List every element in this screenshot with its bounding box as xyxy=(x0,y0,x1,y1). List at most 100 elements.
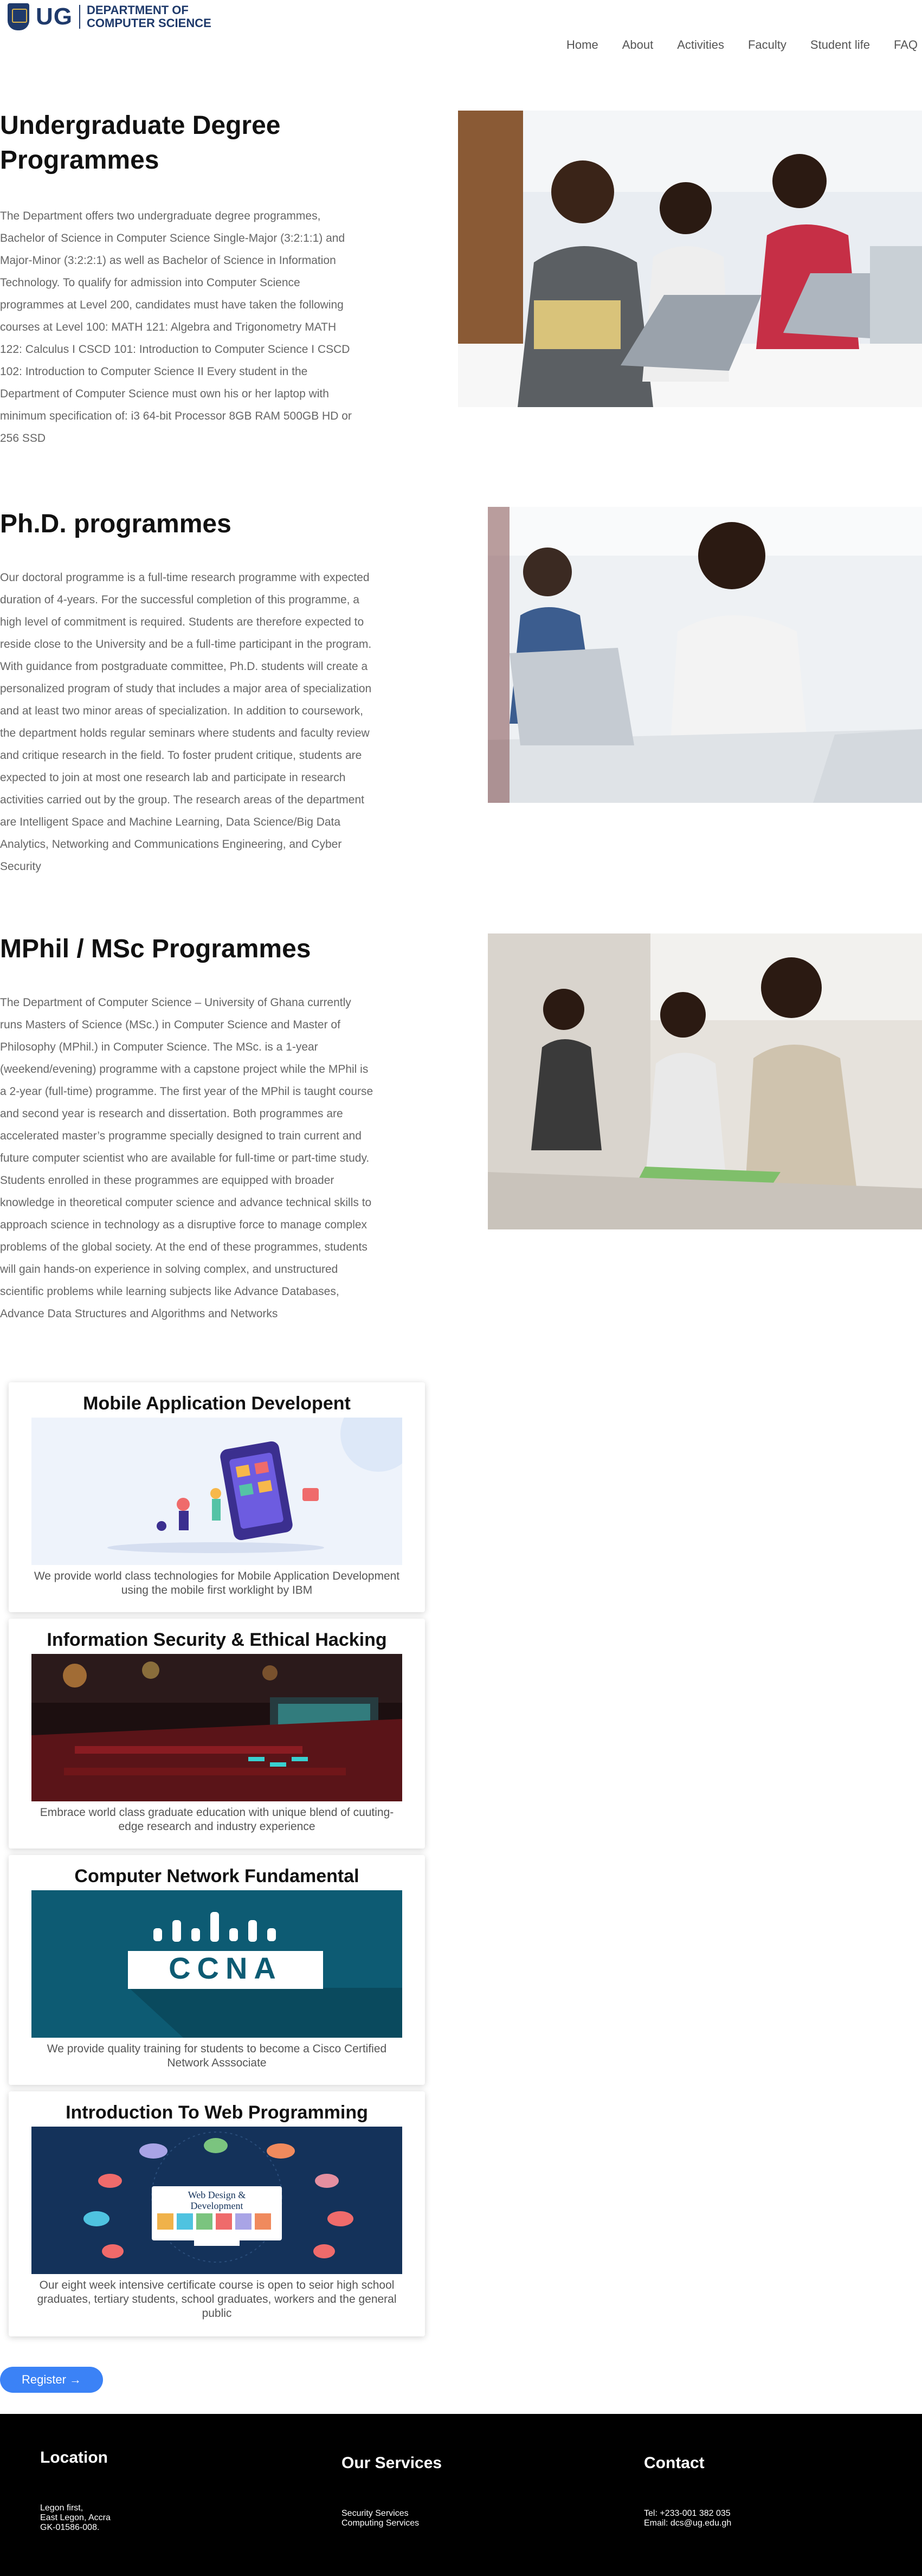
card-desc-line: Network Asssociate xyxy=(167,2057,267,2069)
footer-address-line: Legon first, xyxy=(40,2503,83,2513)
logo-divider xyxy=(79,5,80,29)
mphil-line: problems of the global society. At the e… xyxy=(0,1241,367,1253)
footer-contact-info: Tel: +233-001 382 035 Email: dcs@ug.edu.… xyxy=(644,2509,731,2528)
mphil-line: Philosophy (MPhil.) in Computer Science.… xyxy=(0,1041,318,1053)
phd-line: and critique research in the field. To f… xyxy=(0,749,362,762)
undergrad-title-line-1: Undergraduate Degree xyxy=(0,111,281,140)
card-desc-line: Embrace world class graduate education w… xyxy=(40,1806,394,1819)
mphil-line: knowledge in theoretical computer scienc… xyxy=(0,1196,372,1209)
site-logo[interactable]: UG DEPARTMENT OF COMPUTER SCIENCE xyxy=(8,3,211,30)
mphil-line: runs Masters of Science (MSc.) in Comput… xyxy=(0,1019,340,1031)
nav-activities[interactable]: Activities xyxy=(677,38,724,52)
undergrad-line: The Department offers two undergraduate … xyxy=(0,210,321,222)
dept-line-1: DEPARTMENT OF xyxy=(87,3,189,17)
mphil-line: (weekend/evening) programme with a capst… xyxy=(0,1063,369,1076)
undergrad-photo xyxy=(458,111,922,407)
undergrad-description: The Department offers two undergraduate … xyxy=(0,205,352,449)
mphil-title: MPhil / MSc Programmes xyxy=(0,935,311,963)
undergrad-line: Bachelor of Science in Computer Science … xyxy=(0,232,345,244)
mobile-app-illustration xyxy=(31,1418,402,1565)
card-title: Information Security & Ethical Hacking xyxy=(47,1630,387,1650)
footer-phone: Tel: +233-001 382 035 xyxy=(644,2509,731,2518)
phd-photo xyxy=(488,507,922,803)
footer-service-link[interactable]: Security Services xyxy=(341,2509,419,2519)
card-desc-line: We provide quality training for students… xyxy=(47,2043,387,2055)
footer-services-heading: Our Services xyxy=(341,2454,442,2472)
card-description: We provide world class technologies for … xyxy=(9,1565,425,1598)
undergrad-line: programmes at Level 200, candidates must… xyxy=(0,299,344,311)
footer-location-address: Legon first, East Legon, Accra GK-01586-… xyxy=(40,2503,111,2533)
footer-services-list: Security Services Computing Services xyxy=(341,2509,419,2528)
phd-line: activities carried out by the group. The… xyxy=(0,794,364,806)
course-card-mobile[interactable]: Mobile Application Developent We provide… xyxy=(9,1382,425,1612)
footer-service-link[interactable]: Computing Services xyxy=(341,2519,419,2528)
footer-address-line: GK-01586-008. xyxy=(40,2523,100,2532)
card-title: Computer Network Fundamental xyxy=(74,1866,359,1886)
dept-name: DEPARTMENT OF COMPUTER SCIENCE xyxy=(87,4,211,30)
phd-line: expected to join at most one research la… xyxy=(0,771,346,784)
undergrad-line: courses at Level 100: MATH 121: Algebra … xyxy=(0,321,337,333)
phd-line: personalized program of study that inclu… xyxy=(0,682,372,695)
phd-line: Our doctoral programme is a full-time re… xyxy=(0,571,370,584)
card-description: We provide quality training for students… xyxy=(9,2038,425,2070)
mphil-line: will gain hands-on experience in solving… xyxy=(0,1263,338,1276)
web-design-text-2: Development xyxy=(191,2200,243,2211)
ccna-illustration: CCNA xyxy=(31,1890,402,2038)
card-desc-line: using the mobile first worklight by IBM xyxy=(121,1584,313,1596)
mphil-line: accelerated master’s programme specially… xyxy=(0,1130,362,1142)
register-button[interactable]: Register → xyxy=(0,2367,103,2393)
security-illustration xyxy=(31,1654,402,1801)
web-design-illustration: Web Design & Development xyxy=(31,2127,402,2274)
nav-home[interactable]: Home xyxy=(566,38,598,52)
mphil-line: a 2-year (full-time) programme. The firs… xyxy=(0,1085,373,1098)
phd-line: Security xyxy=(0,860,41,873)
ccna-text: CCNA xyxy=(169,1951,282,1985)
footer-address-line: East Legon, Accra xyxy=(40,2513,111,2522)
phd-line: the department holds regular seminars wh… xyxy=(0,727,370,739)
nav-faculty[interactable]: Faculty xyxy=(748,38,786,52)
phd-line: high level of commitment is required. St… xyxy=(0,616,364,628)
main-nav: Home About Activities Faculty Student li… xyxy=(566,38,918,52)
phd-line: are Intelligent Space and Machine Learni… xyxy=(0,816,341,828)
course-card-security[interactable]: Information Security & Ethical Hacking E… xyxy=(9,1619,425,1849)
undergrad-line: Technology. To qualify for admission int… xyxy=(0,276,300,289)
card-desc-line: We provide world class technologies for … xyxy=(34,1570,400,1582)
card-title: Introduction To Web Programming xyxy=(66,2102,368,2123)
undergrad-title: Undergraduate Degree Programmes xyxy=(0,108,280,178)
mphil-line: scientific problems while learning subje… xyxy=(0,1285,339,1298)
footer-location-heading: Location xyxy=(40,2449,108,2466)
card-title: Mobile Application Developent xyxy=(83,1393,351,1414)
logo-text: UG xyxy=(36,3,73,30)
course-card-web[interactable]: Introduction To Web Programming Web Desi… xyxy=(9,2091,425,2336)
phd-title: Ph.D. programmes xyxy=(0,510,231,538)
phd-line: Analytics, Networking and Communications… xyxy=(0,838,342,851)
nav-faq[interactable]: FAQ xyxy=(894,38,918,52)
card-description: Our eight week intensive certificate cou… xyxy=(9,2274,425,2321)
course-card-network[interactable]: Computer Network Fundamental CCNA We pro… xyxy=(9,1855,425,2085)
ug-crest-icon xyxy=(8,3,29,30)
mphil-line: and second year is research and disserta… xyxy=(0,1107,343,1120)
card-desc-line: Our eight week intensive certificate cou… xyxy=(39,2279,395,2291)
mphil-line: approach science in technology as a disr… xyxy=(0,1219,367,1231)
undergrad-line: Department of Computer Science must own … xyxy=(0,388,329,400)
mphil-description: The Department of Computer Science – Uni… xyxy=(0,991,373,1325)
card-desc-line: edge research and industry experience xyxy=(118,1820,315,1833)
mphil-line: future computer scientist who are availa… xyxy=(0,1152,370,1164)
footer-email[interactable]: Email: dcs@ug.edu.gh xyxy=(644,2519,731,2528)
phd-line: and at least two minor areas of speciali… xyxy=(0,705,364,717)
nav-student-life[interactable]: Student life xyxy=(810,38,870,52)
phd-description: Our doctoral programme is a full-time re… xyxy=(0,566,371,878)
site-footer: Location Legon first, East Legon, Accra … xyxy=(0,2414,922,2576)
mphil-line: The Department of Computer Science – Uni… xyxy=(0,996,351,1009)
phd-line: duration of 4-years. For the successful … xyxy=(0,594,359,606)
footer-contact-heading: Contact xyxy=(644,2454,705,2472)
undergrad-line: 122: Calculus I CSCD 101: Introduction t… xyxy=(0,343,350,356)
mphil-line: Advance Data Structures and Algorithms a… xyxy=(0,1308,278,1320)
undergrad-line: 256 SSD xyxy=(0,432,46,445)
undergrad-title-line-2: Programmes xyxy=(0,146,159,175)
mphil-photo xyxy=(488,933,922,1229)
undergrad-line: 102: Introduction to Computer Science II… xyxy=(0,365,308,378)
nav-about[interactable]: About xyxy=(622,38,654,52)
phd-line: reside close to the University and be a … xyxy=(0,638,372,651)
phd-line: With guidance from postgraduate committe… xyxy=(0,660,368,673)
